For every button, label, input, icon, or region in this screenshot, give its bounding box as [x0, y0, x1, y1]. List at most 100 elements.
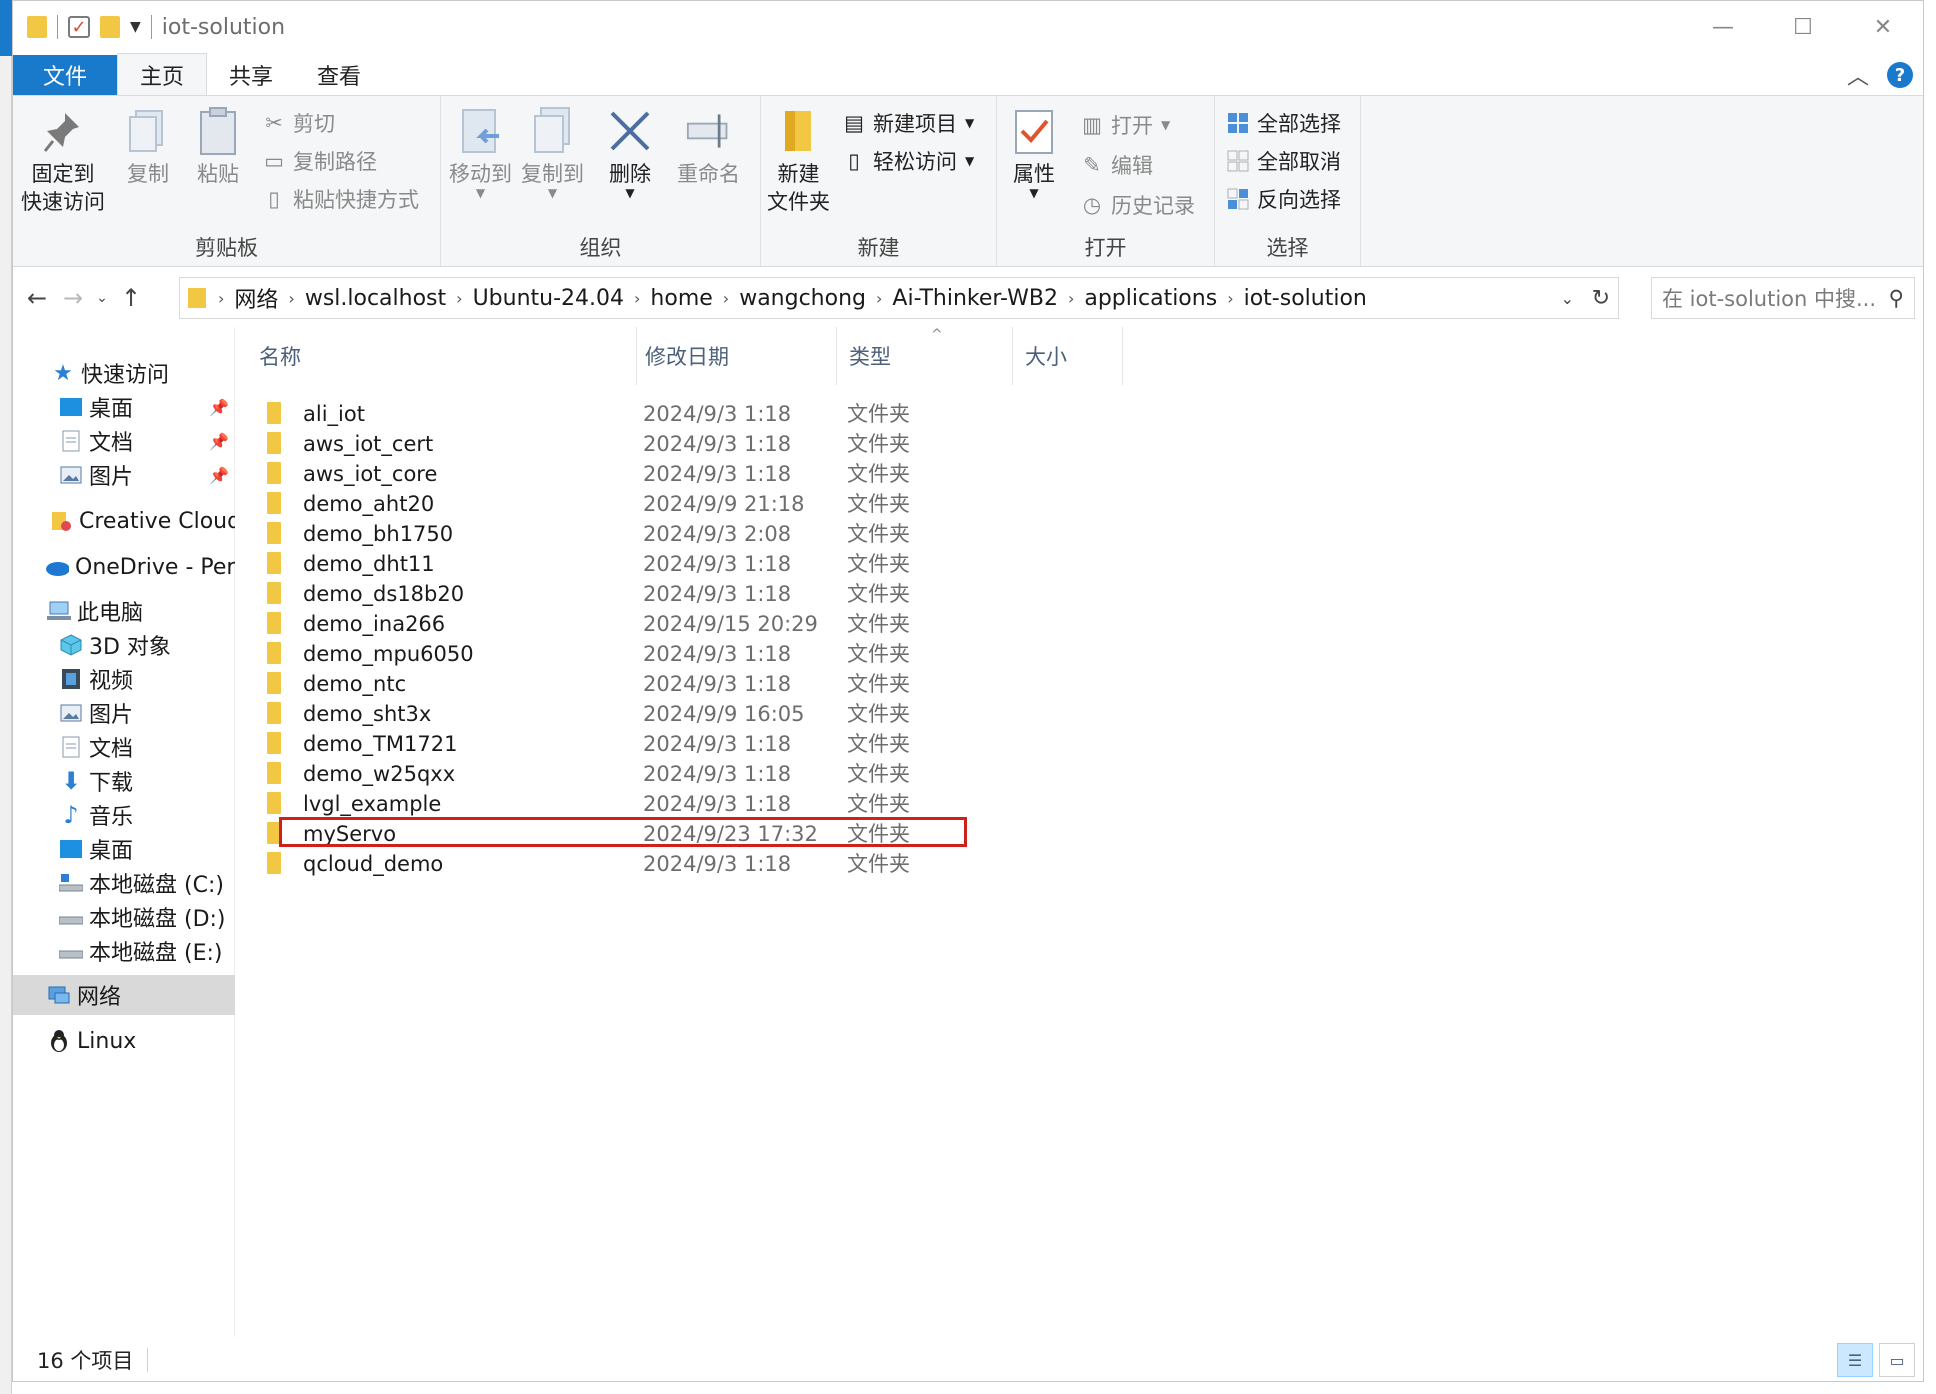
file-row-demo_ntc[interactable]: demo_ntc 2024/9/3 1:18 文件夹 [267, 669, 1187, 699]
file-date: 2024/9/9 16:05 [643, 702, 805, 726]
column-header-size[interactable]: 大小 [1013, 327, 1123, 385]
file-type: 文件夹 [847, 852, 910, 876]
address-history-chevron-icon[interactable]: ⌄ [1561, 278, 1574, 318]
file-row-aws_iot_core[interactable]: aws_iot_core 2024/9/3 1:18 文件夹 [267, 459, 1187, 489]
invert-selection-button[interactable]: 反向选择 [1227, 184, 1341, 214]
file-row-demo_sht3x[interactable]: demo_sht3x 2024/9/9 16:05 文件夹 [267, 699, 1187, 729]
cut-button[interactable]: ✂ 剪切 [263, 108, 335, 138]
pin-icon[interactable]: 📌 [209, 466, 229, 485]
file-row-demo_bh1750[interactable]: demo_bh1750 2024/9/3 2:08 文件夹 [267, 519, 1187, 549]
folder-icon [267, 672, 281, 694]
back-arrow-icon[interactable]: ← [19, 278, 55, 318]
new-item-button[interactable]: ▤ 新建项目 ▼ [843, 108, 974, 138]
column-header-type[interactable]: 类型 [837, 327, 1013, 385]
tab-view[interactable]: 查看 [295, 55, 383, 95]
breadcrumb-network[interactable]: 网络 [234, 282, 278, 314]
easy-access-button[interactable]: ▯ 轻松访问 ▼ [843, 146, 974, 176]
refresh-icon[interactable]: ↻ [1592, 278, 1610, 318]
search-input[interactable]: 在 iot-solution 中搜... ⚲ [1651, 277, 1915, 319]
move-to-button[interactable]: 移动到 ▼ [449, 106, 512, 199]
open-button[interactable]: ▥ 打开 ▼ [1081, 110, 1170, 140]
computer-icon [47, 599, 71, 623]
nav-qa-pictures[interactable]: 图片 📌 [13, 455, 235, 495]
breadcrumb-applications[interactable]: applications [1084, 286, 1217, 311]
nav-drive-e[interactable]: 本地磁盘 (E:) [13, 931, 235, 971]
properties-quick-icon[interactable]: ✓ [68, 16, 90, 38]
nav-onedrive[interactable]: OneDrive - Persona [13, 547, 235, 587]
collapse-ribbon-icon[interactable]: ︿ [1847, 59, 1869, 91]
pin-icon[interactable]: 📌 [209, 398, 229, 417]
customize-toolbar-icon[interactable]: ▼ [130, 19, 141, 35]
address-row: ← → ⌄ ↑ › 网络 › wsl.localhost › Ubuntu-24… [13, 269, 1923, 327]
minimize-button[interactable]: — [1683, 1, 1763, 53]
file-row-demo_aht20[interactable]: demo_aht20 2024/9/9 21:18 文件夹 [267, 489, 1187, 519]
file-row-demo_w25qxx[interactable]: demo_w25qxx 2024/9/3 1:18 文件夹 [267, 759, 1187, 789]
file-date: 2024/9/3 1:18 [643, 762, 792, 786]
select-all-button[interactable]: 全部选择 [1227, 108, 1341, 138]
file-type: 文件夹 [847, 432, 910, 456]
breadcrumb-wangchong[interactable]: wangchong [739, 286, 866, 311]
pin-icon[interactable]: 📌 [209, 432, 229, 451]
recent-locations-icon[interactable]: ⌄ [91, 278, 113, 318]
drive-icon [59, 939, 83, 963]
pin-quick-access-button[interactable]: 固定到 快速访问 [21, 106, 105, 216]
file-row-demo_mpu6050[interactable]: demo_mpu6050 2024/9/3 1:18 文件夹 [267, 639, 1187, 669]
tab-home[interactable]: 主页 [117, 53, 208, 95]
properties-check-icon [1011, 106, 1057, 156]
paste-button[interactable]: 粘贴 [195, 106, 241, 188]
file-type: 文件夹 [847, 612, 910, 636]
paste-shortcut-button[interactable]: ▯ 粘贴快捷方式 [263, 184, 419, 214]
nav-network[interactable]: 网络 [13, 975, 235, 1015]
group-clipboard: 固定到 快速访问 复制 粘贴 ✂ 剪切 ▭ 复制路径 ▯ 粘贴快捷方式 剪贴板 [13, 96, 441, 266]
copy-to-button[interactable]: 复制到 ▼ [521, 106, 584, 199]
column-header-name[interactable]: 名称 [247, 327, 637, 385]
select-none-button[interactable]: 全部取消 [1227, 146, 1341, 176]
file-row-demo_TM1721[interactable]: demo_TM1721 2024/9/3 1:18 文件夹 [267, 729, 1187, 759]
file-row-lvgl_example[interactable]: lvgl_example 2024/9/3 1:18 文件夹 [267, 789, 1187, 819]
tab-share[interactable]: 共享 [207, 55, 295, 95]
close-button[interactable]: ✕ [1843, 1, 1923, 53]
new-folder-quick-icon[interactable] [100, 16, 120, 38]
group-label-open: 打开 [1084, 236, 1127, 260]
nav-creative-cloud[interactable]: Creative Cloud Files [13, 501, 235, 541]
folder-icon [27, 16, 47, 38]
file-row-demo_ds18b20[interactable]: demo_ds18b20 2024/9/3 1:18 文件夹 [267, 579, 1187, 609]
up-arrow-icon[interactable]: ↑ [113, 278, 149, 318]
breadcrumb-wsl-localhost[interactable]: wsl.localhost [305, 286, 446, 311]
file-row-aws_iot_cert[interactable]: aws_iot_cert 2024/9/3 1:18 文件夹 [267, 429, 1187, 459]
nav-linux[interactable]: Linux [13, 1021, 235, 1061]
tab-file[interactable]: 文件 [13, 55, 118, 95]
file-row-ali_iot[interactable]: ali_iot 2024/9/3 1:18 文件夹 [267, 399, 1187, 429]
breadcrumb-ubuntu[interactable]: Ubuntu-24.04 [473, 286, 624, 311]
search-icon: ⚲ [1888, 286, 1904, 310]
forward-arrow-icon[interactable]: → [55, 278, 91, 318]
rename-button[interactable]: 重命名 [677, 106, 740, 188]
properties-button[interactable]: 属性 ▼ [1011, 106, 1057, 199]
breadcrumb-home[interactable]: home [650, 286, 712, 311]
large-icons-view-icon[interactable]: ▭ [1879, 1343, 1915, 1377]
cloud-icon [45, 555, 69, 579]
group-label-organize: 组织 [579, 236, 622, 260]
file-name: demo_ntc [303, 672, 407, 696]
copy-path-button[interactable]: ▭ 复制路径 [263, 146, 377, 176]
edit-button[interactable]: ✎ 编辑 [1081, 150, 1153, 180]
file-row-demo_ina266[interactable]: demo_ina266 2024/9/15 20:29 文件夹 [267, 609, 1187, 639]
folder-icon [267, 732, 281, 754]
maximize-button[interactable]: ☐ [1763, 1, 1843, 53]
red-highlight-annotation [279, 817, 967, 847]
help-icon[interactable]: ? [1887, 62, 1913, 88]
details-view-icon[interactable]: ☰ [1837, 1343, 1873, 1377]
column-header-date[interactable]: 修改日期 [633, 327, 837, 385]
history-button[interactable]: ◷ 历史记录 [1081, 190, 1195, 220]
address-bar[interactable]: › 网络 › wsl.localhost › Ubuntu-24.04 › ho… [179, 277, 1619, 319]
breadcrumb-iot-solution[interactable]: iot-solution [1244, 286, 1367, 311]
copy-button[interactable]: 复制 [125, 106, 171, 188]
delete-button[interactable]: 删除 ▼ [607, 106, 653, 199]
breadcrumb-ai-thinker[interactable]: Ai-Thinker-WB2 [892, 286, 1058, 311]
file-date: 2024/9/3 1:18 [643, 582, 792, 606]
file-row-demo_dht11[interactable]: demo_dht11 2024/9/3 1:18 文件夹 [267, 549, 1187, 579]
file-row-qcloud_demo[interactable]: qcloud_demo 2024/9/3 1:18 文件夹 [267, 849, 1187, 879]
quick-access-toolbar: ✓ ▼ [13, 1, 152, 53]
new-folder-button[interactable]: 新建 文件夹 [767, 106, 830, 216]
file-date: 2024/9/3 2:08 [643, 522, 792, 546]
